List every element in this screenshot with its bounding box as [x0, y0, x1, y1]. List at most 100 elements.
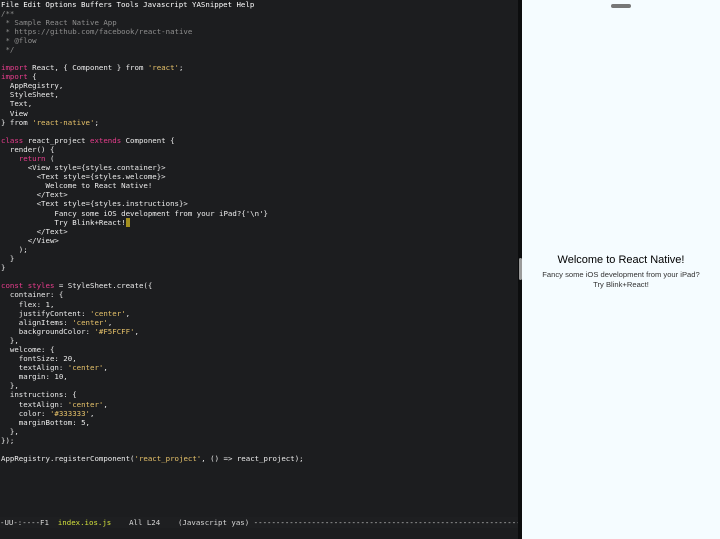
code-token: , — [103, 399, 108, 409]
code-line[interactable]: <Text style={styles.instructions}> — [1, 199, 304, 208]
code-line[interactable]: const styles = StyleSheet.create({ — [1, 281, 304, 290]
code-line[interactable]: flex: 1, — [1, 300, 304, 309]
code-token: <View style={styles.container}> — [1, 163, 166, 173]
code-token: ( — [45, 154, 55, 163]
code-token: 'react_project' — [134, 454, 202, 464]
modeline-buffer-name[interactable]: index.ios.js — [58, 518, 111, 527]
emacs-editor-pane[interactable]: File Edit Options Buffers Tools Javascript YAS… — [0, 0, 518, 539]
code-line[interactable]: Fancy some iOS development from your iPa… — [1, 209, 304, 218]
code-token: /** — [1, 8, 15, 18]
code-token: flex: 1, — [1, 299, 55, 309]
code-token: container: { — [1, 290, 64, 300]
code-line[interactable]: StyleSheet, — [1, 90, 304, 99]
code-line[interactable]: fontSize: 20, — [1, 354, 304, 363]
code-token: justifyContent: — [1, 308, 90, 318]
code-token: * Sample React Native App — [1, 17, 117, 27]
code-token: , () => react_project); — [201, 454, 304, 464]
code-line[interactable] — [1, 445, 304, 454]
code-token: , — [125, 308, 131, 318]
code-line[interactable]: textAlign: 'center', — [1, 363, 304, 372]
code-line[interactable] — [1, 54, 304, 63]
code-line[interactable]: } — [1, 263, 304, 272]
code-token: </Text> — [1, 226, 68, 236]
code-line[interactable]: margin: 10, — [1, 372, 304, 381]
code-line[interactable]: }, — [1, 381, 304, 390]
code-token: * @flow — [1, 35, 37, 45]
code-line[interactable] — [1, 272, 304, 281]
simulator-pane: Welcome to React Native! Fancy some iOS … — [522, 0, 720, 539]
code-token: AppRegistry, — [1, 81, 64, 91]
code-line[interactable]: AppRegistry, — [1, 81, 304, 90]
code-line[interactable]: return ( — [1, 154, 304, 163]
code-token: { — [27, 72, 37, 82]
code-line[interactable]: /** — [1, 9, 304, 18]
code-line[interactable]: class react_project extends Component { — [1, 136, 304, 145]
code-line[interactable]: AppRegistry.registerComponent('react_pro… — [1, 454, 304, 463]
code-line[interactable]: }, — [1, 336, 304, 345]
code-line[interactable]: </Text> — [1, 190, 304, 199]
code-token: } from — [1, 117, 33, 127]
code-line[interactable]: <Text style={styles.welcome}> — [1, 172, 304, 181]
code-token: Text, — [1, 99, 33, 109]
code-line[interactable]: import { — [1, 72, 304, 81]
modeline-position: All L24 — [111, 518, 179, 527]
code-token: } — [1, 263, 6, 273]
code-line[interactable]: }); — [1, 436, 304, 445]
code-line[interactable]: welcome: { — [1, 345, 304, 354]
code-line[interactable]: } from 'react-native'; — [1, 118, 304, 127]
code-line[interactable]: marginBottom: 5, — [1, 418, 304, 427]
code-token: alignItems: — [1, 317, 73, 327]
code-line[interactable]: */ — [1, 45, 304, 54]
code-line[interactable]: color: '#333333', — [1, 409, 304, 418]
code-token: </View> — [1, 235, 59, 245]
instructions-text: Fancy some iOS development from your iPa… — [522, 270, 720, 289]
code-token: textAlign: — [1, 363, 68, 373]
code-line[interactable]: View — [1, 109, 304, 118]
code-line[interactable]: justifyContent: 'center', — [1, 309, 304, 318]
code-line[interactable] — [1, 127, 304, 136]
code-line[interactable]: container: { — [1, 290, 304, 299]
code-token: marginBottom: 5, — [1, 417, 90, 427]
multitasking-handle[interactable] — [611, 4, 631, 8]
code-token: import — [1, 72, 28, 82]
code-line[interactable]: <View style={styles.container}> — [1, 163, 304, 172]
code-token: }, — [1, 426, 19, 436]
code-line[interactable]: * https://github.com/facebook/react-nati… — [1, 27, 304, 36]
code-token: ; — [94, 117, 99, 127]
code-token: react_project — [23, 135, 90, 145]
mode-line: -UU-:----F1 index.ios.js All L24 (Javasc… — [0, 517, 518, 528]
code-line[interactable]: * Sample React Native App — [1, 18, 304, 27]
code-token: }, — [1, 335, 19, 345]
code-line[interactable]: instructions: { — [1, 390, 304, 399]
code-line[interactable]: }, — [1, 427, 304, 436]
code-token: </Text> — [1, 190, 68, 200]
code-token: render() { — [1, 144, 55, 154]
welcome-text: Welcome to React Native! — [557, 254, 685, 266]
code-line[interactable]: render() { — [1, 145, 304, 154]
code-token: const — [1, 281, 24, 291]
code-line[interactable]: import React, { Component } from 'react'… — [1, 63, 304, 72]
code-line[interactable]: Try Blink+React! — [1, 217, 304, 227]
code-token: '#F5FCFF' — [94, 326, 135, 336]
code-line[interactable]: Welcome to React Native! — [1, 181, 304, 190]
code-line[interactable]: * @flow — [1, 36, 304, 45]
code-token: import — [1, 63, 28, 73]
code-line[interactable]: ); — [1, 245, 304, 254]
code-token: StyleSheet, — [1, 90, 59, 100]
code-line[interactable]: } — [1, 254, 304, 263]
code-line[interactable]: </View> — [1, 236, 304, 245]
code-line[interactable]: Text, — [1, 99, 304, 108]
code-token: 'react-native' — [32, 117, 95, 127]
code-token: welcome: { — [1, 344, 55, 354]
code-token: return — [18, 154, 46, 163]
modeline-status: -UU-:----F1 — [0, 518, 58, 527]
code-line[interactable]: textAlign: 'center', — [1, 400, 304, 409]
code-line[interactable]: alignItems: 'center', — [1, 318, 304, 327]
code-token: 'react' — [147, 63, 179, 73]
code-token: '#333333' — [49, 408, 90, 418]
code-token: color: — [1, 408, 50, 418]
code-line[interactable]: </Text> — [1, 227, 304, 236]
instructions-line-2: Try Blink+React! — [593, 279, 649, 289]
code-line[interactable]: backgroundColor: '#F5FCFF', — [1, 327, 304, 336]
code-buffer[interactable]: /** * Sample React Native App * https://… — [1, 9, 304, 464]
